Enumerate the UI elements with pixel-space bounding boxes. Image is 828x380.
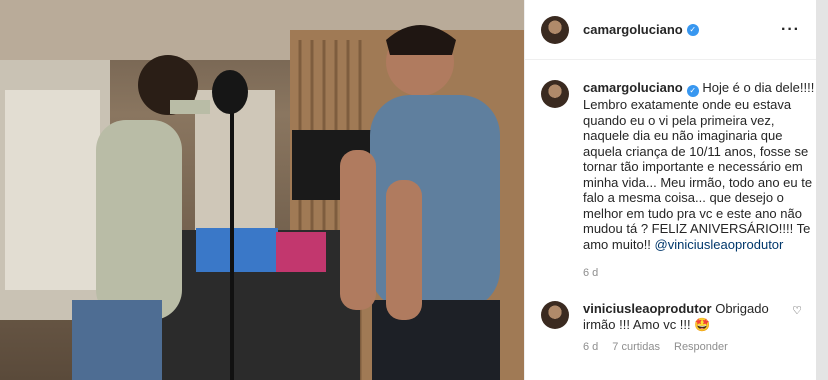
post-caption: camargoluciano ✓ Hoje é o dia dele!!!! Le… (541, 80, 814, 279)
comment-username[interactable]: viniciusleaoprodutor (583, 301, 712, 316)
reply-button[interactable]: Responder (674, 341, 728, 353)
caption-username[interactable]: camargoluciano (583, 80, 683, 95)
comment-body: viniciusleaoprodutor Obrigado irmão !!! … (583, 301, 793, 333)
comments-section: camargoluciano ✓ Hoje é o dia dele!!!! Le… (525, 60, 816, 353)
avatar[interactable] (541, 301, 569, 329)
caption-mention-link[interactable]: @viniciusleaoprodutor (655, 237, 784, 252)
caption-body: camargoluciano ✓ Hoje é o dia dele!!!! Le… (583, 80, 821, 252)
comment-meta: 6 d 7 curtidas Responder (583, 341, 793, 353)
comment-item: viniciusleaoprodutor Obrigado irmão !!! … (541, 301, 802, 353)
post-sidebar: camargoluciano ✓ ··· camargoluciano ✓ Hoj… (524, 0, 816, 380)
post-header: camargoluciano ✓ ··· (525, 0, 816, 60)
comment-likes-count[interactable]: 7 curtidas (612, 341, 660, 353)
more-options-icon[interactable]: ··· (781, 21, 800, 39)
post-photo[interactable] (0, 0, 524, 380)
caption-text: Hoje é o dia dele!!!! Lembro exatamente … (583, 80, 815, 252)
avatar[interactable] (541, 80, 569, 108)
verified-badge-icon: ✓ (686, 85, 699, 97)
heart-icon[interactable]: ♡ (792, 304, 802, 317)
page-edge (816, 0, 828, 380)
post-author-username[interactable]: camargoluciano (583, 22, 683, 37)
comment-timestamp[interactable]: 6 d (583, 341, 598, 353)
avatar[interactable] (541, 15, 569, 44)
verified-badge-icon: ✓ (686, 23, 699, 36)
caption-timestamp[interactable]: 6 d (583, 267, 821, 279)
